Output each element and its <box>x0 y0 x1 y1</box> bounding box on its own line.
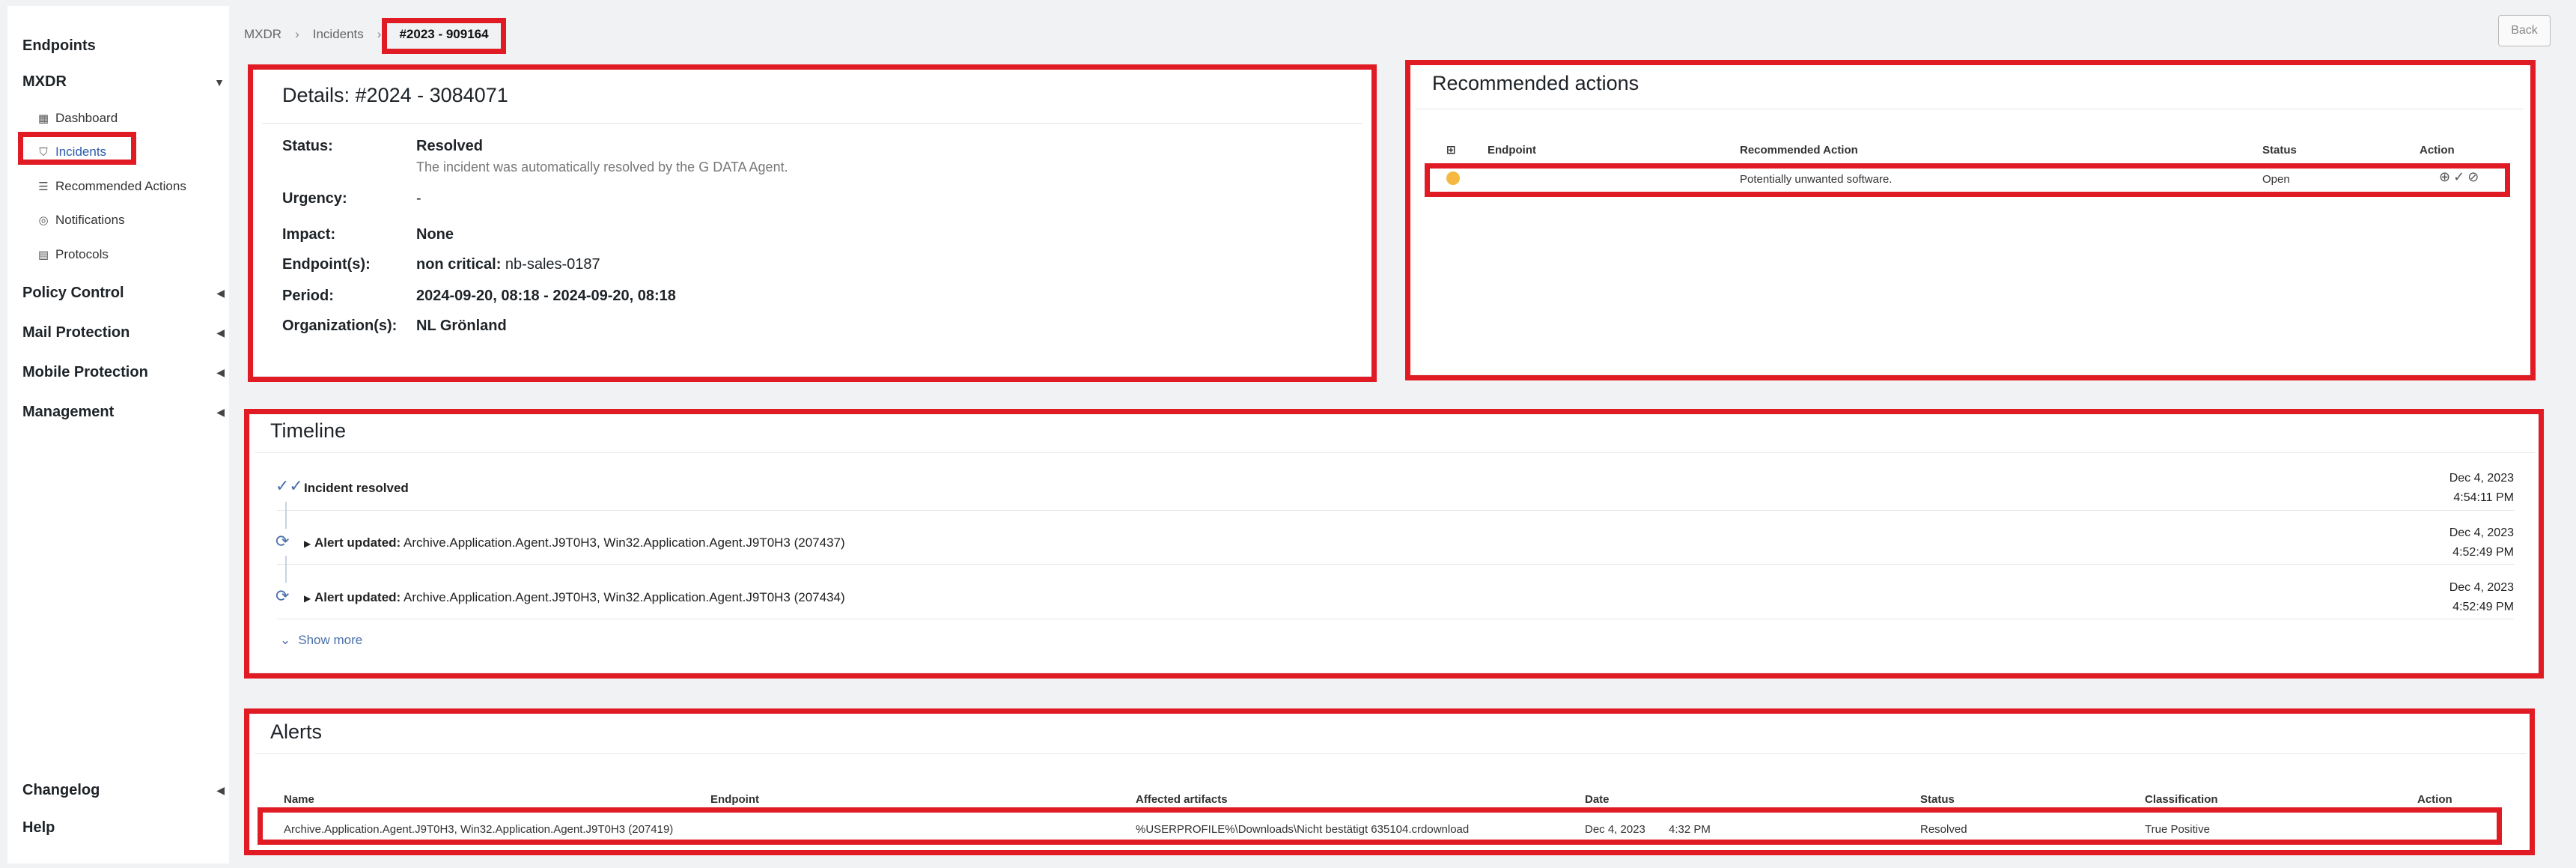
chevron-left-icon: ◀ <box>216 327 225 339</box>
sidebar-section-management[interactable]: Management ◀ <box>22 404 225 421</box>
highlight-details <box>248 64 1377 382</box>
chevron-left-icon: ◀ <box>216 784 225 796</box>
chevron-left-icon: ◀ <box>216 287 225 299</box>
sidebar-item-changelog[interactable]: Changelog ◀ <box>22 782 225 799</box>
highlight-recommended-row <box>1425 163 2510 197</box>
chevron-left-icon: ◀ <box>216 406 225 418</box>
list-icon: ☰ <box>38 180 49 193</box>
sidebar-item-label: Recommended Actions <box>55 179 186 193</box>
sidebar-item-label: Protocols <box>55 247 109 261</box>
highlight-timeline <box>244 409 2544 679</box>
sidebar-section-label: Help <box>22 819 55 836</box>
sidebar-item-notifications[interactable]: ◎ Notifications <box>37 213 125 228</box>
sidebar-section-mobile-protection[interactable]: Mobile Protection ◀ <box>22 364 225 381</box>
highlight-breadcrumb <box>382 18 506 54</box>
breadcrumb-mxdr[interactable]: MXDR <box>244 27 281 42</box>
sidebar-section-label: Mobile Protection <box>22 364 148 380</box>
highlight-recommended-actions <box>1405 60 2536 380</box>
sidebar-item-protocols[interactable]: ▤ Protocols <box>37 247 109 262</box>
sidebar-item-label: Dashboard <box>55 111 118 125</box>
sidebar-section-policy-control[interactable]: Policy Control ◀ <box>22 285 225 302</box>
sidebar-item-dashboard[interactable]: ▦ Dashboard <box>37 111 118 126</box>
chevron-right-icon: › <box>295 27 299 41</box>
sidebar-item-endpoints[interactable]: Endpoints <box>22 37 96 55</box>
breadcrumb-incidents[interactable]: Incidents <box>313 27 364 42</box>
bell-icon: ◎ <box>38 214 49 227</box>
sidebar-section-mail-protection[interactable]: Mail Protection ◀ <box>22 324 225 342</box>
document-icon: ▤ <box>37 249 49 261</box>
back-button[interactable]: Back <box>2498 15 2551 46</box>
sidebar-section-label: MXDR <box>22 73 67 90</box>
chevron-down-icon: ▼ <box>214 76 225 88</box>
sidebar-item-label: Notifications <box>55 213 125 227</box>
chevron-right-icon: › <box>377 27 382 41</box>
grid-icon: ▦ <box>37 112 49 125</box>
chevron-left-icon: ◀ <box>216 366 225 378</box>
highlight-alert-row <box>258 807 2502 845</box>
sidebar-item-help[interactable]: Help <box>22 819 225 837</box>
sidebar-item-recommended-actions[interactable]: ☰ Recommended Actions <box>37 179 186 194</box>
sidebar-section-label: Changelog <box>22 782 100 798</box>
sidebar-section-label: Management <box>22 404 115 420</box>
sidebar-section-label: Policy Control <box>22 285 124 301</box>
sidebar-section-label: Mail Protection <box>22 324 130 341</box>
highlight-incidents <box>18 132 136 165</box>
sidebar-section-mxdr[interactable]: MXDR ▼ <box>22 73 225 91</box>
